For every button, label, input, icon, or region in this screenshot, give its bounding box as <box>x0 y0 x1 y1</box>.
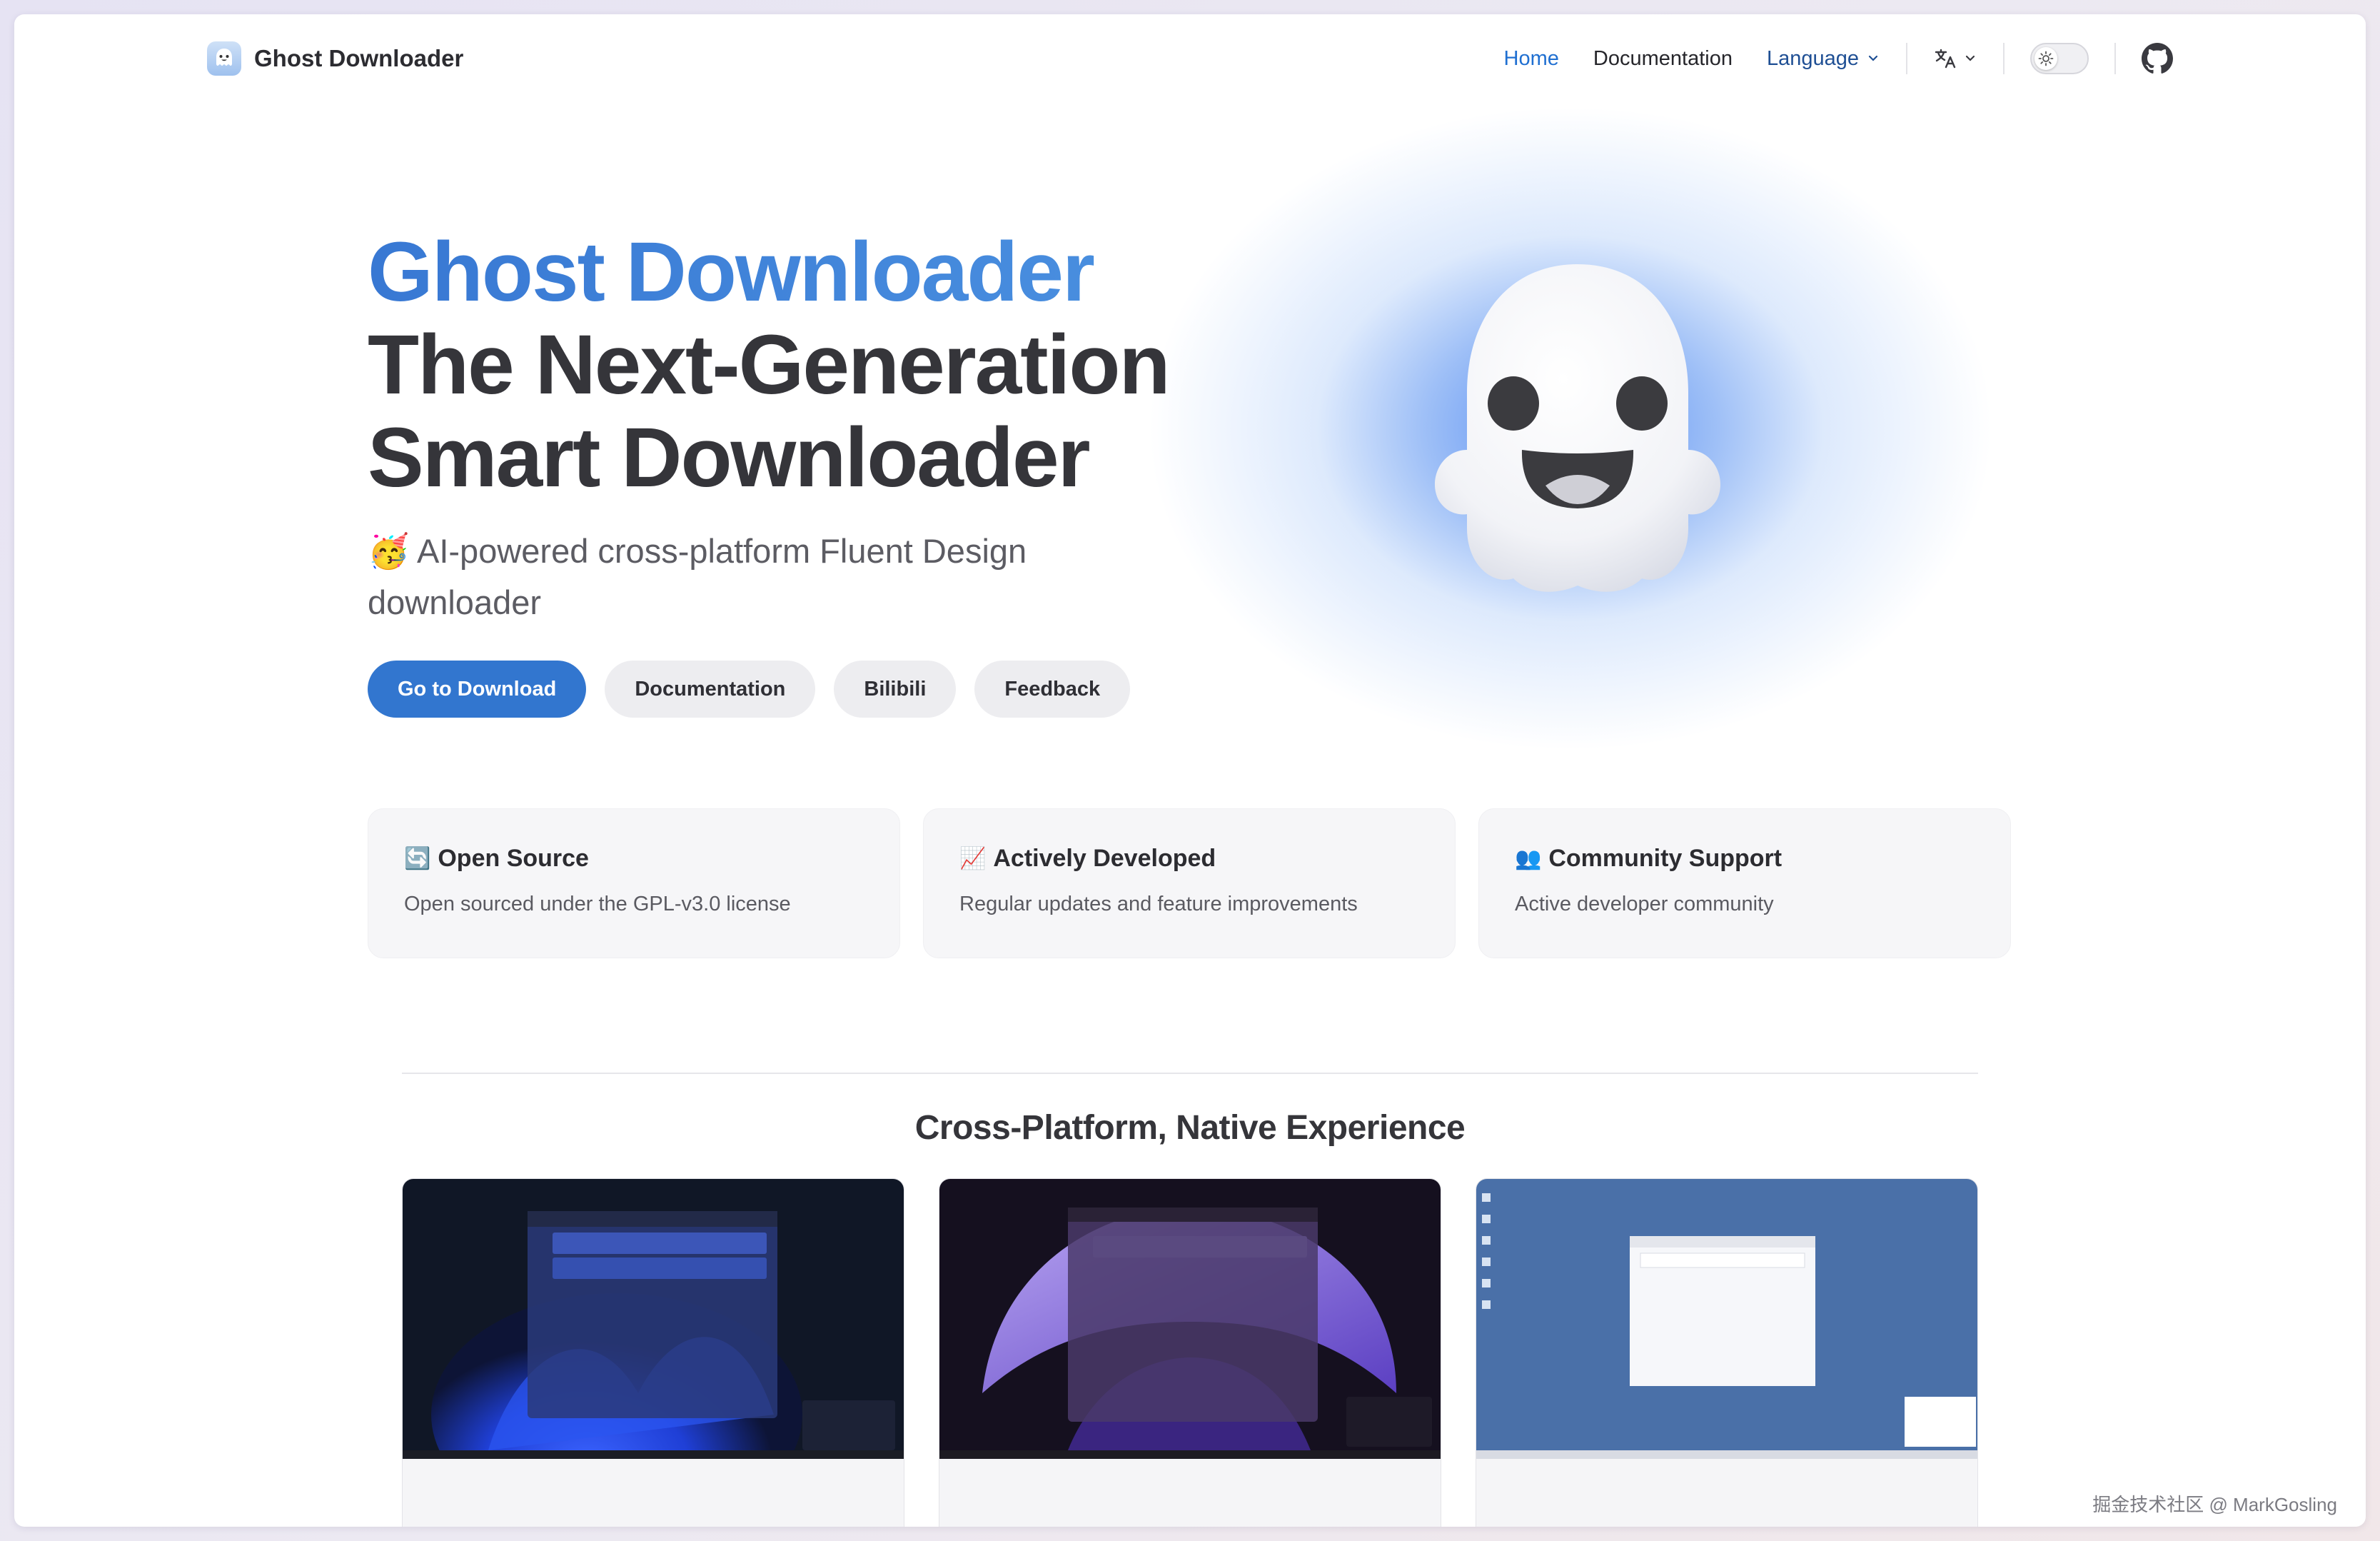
feature-card-actively-developed: 📈 Actively Developed Regular updates and… <box>923 808 1456 958</box>
sun-icon <box>2034 47 2057 70</box>
feature-title: Open Source <box>438 845 589 872</box>
nav-documentation[interactable]: Documentation <box>1593 47 1733 71</box>
hero-title: Ghost Downloader The Next-Generation Sma… <box>368 226 1171 505</box>
nav-right: Home Documentation Language <box>1470 36 2173 81</box>
people-icon: 👥 <box>1515 847 1542 870</box>
bilibili-button[interactable]: Bilibili <box>834 661 957 718</box>
nav-divider <box>2114 43 2116 74</box>
feature-card-open-source: 🔄 Open Source Open sourced under the GPL… <box>368 808 900 958</box>
chart-up-icon: 📈 <box>959 847 987 870</box>
refresh-icon: 🔄 <box>404 847 431 870</box>
watermark: 掘金技术社区 @ MarkGosling <box>2092 1494 2337 1515</box>
navbar: Ghost Downloader Home Documentation Lang… <box>14 14 2366 104</box>
screenshot-card-windows[interactable] <box>402 1178 904 1527</box>
nav-home[interactable]: Home <box>1504 47 1559 71</box>
feedback-button[interactable]: Feedback <box>974 661 1131 718</box>
screenshot-card-windows-purple[interactable] <box>939 1178 1441 1527</box>
nav-divider <box>1906 43 1907 74</box>
chevron-down-icon <box>1965 55 1975 61</box>
feature-description: Regular updates and feature improvements <box>959 893 1358 915</box>
nav-language[interactable]: Language <box>1767 47 1880 71</box>
brand-name: Ghost Downloader <box>254 45 464 71</box>
screenshot-card-linux[interactable] <box>1476 1178 1978 1527</box>
section-divider <box>402 1073 1978 1074</box>
feature-title: Actively Developed <box>993 845 1216 872</box>
go-to-download-button[interactable]: Go to Download <box>368 661 587 718</box>
hero-tagline-text: AI-powered cross-platform Fluent Design … <box>368 532 1027 621</box>
linux-desktop-screenshot <box>1476 1179 1977 1459</box>
theme-toggle[interactable] <box>2030 43 2089 74</box>
screenshot-gallery <box>402 1178 1978 1527</box>
nav-divider <box>2003 43 2005 74</box>
windows-purple-screenshot <box>939 1179 1441 1459</box>
ghost-logo-icon <box>207 41 241 76</box>
chevron-down-icon <box>1868 55 1878 61</box>
hero-line-2: The Next-Generation <box>368 318 1171 412</box>
party-emoji-icon: 🥳 <box>368 532 410 570</box>
hero-tagline: 🥳 AI-powered cross-platform Fluent Desig… <box>368 526 1153 628</box>
nav-language-label: Language <box>1766 46 1859 70</box>
feature-description: Open sourced under the GPL-v3.0 license <box>404 893 791 915</box>
feature-title: Community Support <box>1548 845 1783 872</box>
windows-11-screenshot <box>403 1179 904 1527</box>
github-icon[interactable] <box>2142 43 2173 74</box>
feature-card-community-support: 👥 Community Support Active developer com… <box>1478 808 2011 958</box>
translate-button[interactable] <box>1933 46 1977 71</box>
browser-window: Ghost Downloader Home Documentation Lang… <box>14 14 2366 1527</box>
translate-icon <box>1935 49 1956 69</box>
ghost-mascot-icon <box>1434 264 1721 592</box>
hero-name: Ghost Downloader <box>368 226 1169 318</box>
hero-line-3: Smart Downloader <box>368 411 1091 505</box>
brand[interactable]: Ghost Downloader <box>207 41 463 76</box>
feature-description: Active developer community <box>1515 893 1774 915</box>
section-title: Cross-Platform, Native Experience <box>914 1109 1466 1147</box>
feature-cards: 🔄 Open Source Open sourced under the GPL… <box>368 808 2011 958</box>
documentation-button[interactable]: Documentation <box>605 661 816 718</box>
hero-buttons: Go to Download Documentation Bilibili Fe… <box>368 661 1131 718</box>
